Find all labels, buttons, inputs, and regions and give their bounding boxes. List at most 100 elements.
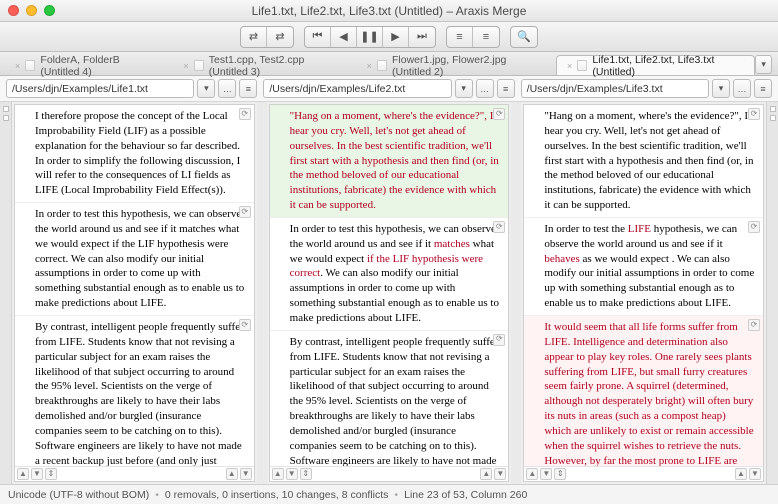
para-right-3[interactable]: It would seem that all life forms suffer… xyxy=(524,316,763,466)
prev-diff-button[interactable]: ◀ xyxy=(331,27,357,47)
doc-icon: ≡ xyxy=(246,84,251,94)
doc-icon: ≡ xyxy=(483,31,489,43)
scroll-sync-button[interactable]: ⇕ xyxy=(45,468,57,480)
scroll-controls-right: ▲ ▼ ⇕ ▲ ▼ xyxy=(524,466,763,481)
merge-link-icon[interactable]: ⟳ xyxy=(239,206,251,218)
pane-divider-1[interactable] xyxy=(257,102,267,484)
merge-link-icon[interactable]: ⟳ xyxy=(748,108,760,120)
para-text: I therefore propose the concept of the L… xyxy=(35,110,240,196)
para-left-1[interactable]: I therefore propose the concept of the L… xyxy=(15,105,254,203)
scroll-up-button[interactable]: ▲ xyxy=(526,468,538,480)
pane-center: "Hang on a moment, where's the evidence?… xyxy=(269,104,510,482)
path-input-center[interactable]: /Users/djn/Examples/Life2.txt xyxy=(263,79,451,98)
status-summary: 0 removals, 0 insertions, 10 changes, 8 … xyxy=(165,489,389,501)
prev-icon: ◀ xyxy=(339,30,347,43)
path-dropdown-right[interactable]: ▾ xyxy=(712,79,730,98)
merge-link-icon[interactable]: ⟳ xyxy=(493,334,505,346)
merge-link-icon[interactable]: ⟳ xyxy=(493,108,505,120)
close-icon[interactable]: × xyxy=(183,61,188,71)
para-center-2[interactable]: In order to test this hypothesis, we can… xyxy=(270,218,509,331)
search-button[interactable]: 🔍 xyxy=(511,27,537,47)
scroll-down-button[interactable]: ▼ xyxy=(31,468,43,480)
document-icon xyxy=(194,60,204,71)
para-text: In order to test this hypothesis, we can… xyxy=(35,208,244,309)
para-center-1[interactable]: "Hang on a moment, where's the evidence?… xyxy=(270,105,509,218)
next-diff-button[interactable]: ▶ xyxy=(383,27,409,47)
scroll-up-button[interactable]: ▲ xyxy=(226,468,238,480)
pane-left-body[interactable]: I therefore propose the concept of the L… xyxy=(15,105,254,466)
tab-flower1[interactable]: × Flower1.jpg, Flower2.jpg (Untitled 2) xyxy=(356,55,556,75)
para-text: . We can also modify our initial assumpt… xyxy=(290,267,499,324)
next-icon: ▶ xyxy=(391,30,399,43)
swap-right-button[interactable]: ⇄ xyxy=(267,27,293,47)
para-text: By contrast, intelligent people frequent… xyxy=(290,336,499,466)
scroll-sync-button[interactable]: ⇕ xyxy=(300,468,312,480)
path-browse-left[interactable]: … xyxy=(218,79,236,98)
merge-link-icon[interactable]: ⟳ xyxy=(748,319,760,331)
para-left-2[interactable]: In order to test this hypothesis, we can… xyxy=(15,203,254,316)
diff-highlight: behaves xyxy=(544,253,579,265)
close-icon[interactable]: × xyxy=(15,61,20,71)
tab-overflow-button[interactable]: ▾ xyxy=(755,55,772,74)
path-dropdown-left[interactable]: ▾ xyxy=(197,79,215,98)
path-browse-center[interactable]: … xyxy=(476,79,494,98)
pane-center-body[interactable]: "Hang on a moment, where's the evidence?… xyxy=(270,105,509,466)
para-text: It would seem that all life forms suffer… xyxy=(544,321,753,466)
layout-button-b[interactable]: ≡ xyxy=(473,27,499,47)
para-right-2[interactable]: In order to test the LIFE hypothesis, we… xyxy=(524,218,763,316)
search-icon: 🔍 xyxy=(517,30,531,43)
tab-life[interactable]: × Life1.txt, Life2.txt, Life3.txt (Untit… xyxy=(556,55,755,75)
scroll-down-button[interactable]: ▼ xyxy=(540,468,552,480)
first-icon: ⏮ xyxy=(313,30,323,43)
scroll-down-button[interactable]: ▼ xyxy=(286,468,298,480)
scroll-up-button[interactable]: ▲ xyxy=(735,468,747,480)
tab-label: Flower1.jpg, Flower2.jpg (Untitled 2) xyxy=(392,54,545,78)
path-input-right[interactable]: /Users/djn/Examples/Life3.txt xyxy=(521,79,709,98)
merge-view: I therefore propose the concept of the L… xyxy=(0,102,778,484)
scroll-up-button[interactable]: ▲ xyxy=(480,468,492,480)
pause-button[interactable]: ❚❚ xyxy=(357,27,383,47)
scroll-sync-button[interactable]: ⇕ xyxy=(554,468,566,480)
gutter-marker[interactable] xyxy=(770,115,776,121)
statusbar: Unicode (UTF-8 without BOM) • 0 removals… xyxy=(0,484,778,504)
window-title: Life1.txt, Life2.txt, Life3.txt (Untitle… xyxy=(0,4,778,18)
path-browse-right[interactable]: … xyxy=(733,79,751,98)
path-doc-right[interactable]: ≡ xyxy=(754,79,772,98)
tab-test1[interactable]: × Test1.cpp, Test2.cpp (Untitled 3) xyxy=(172,55,355,75)
scroll-up-button[interactable]: ▲ xyxy=(272,468,284,480)
path-dropdown-center[interactable]: ▾ xyxy=(455,79,473,98)
merge-link-icon[interactable]: ⟳ xyxy=(239,108,251,120)
scroll-down-button[interactable]: ▼ xyxy=(494,468,506,480)
chevron-down-icon: ▾ xyxy=(461,83,466,94)
pane-right-body[interactable]: "Hang on a moment, where's the evidence?… xyxy=(524,105,763,466)
toolbar-group-swap: ⇄ ⇄ xyxy=(240,26,294,48)
first-diff-button[interactable]: ⏮ xyxy=(305,27,331,47)
tab-foldera[interactable]: × FolderA, FolderB (Untitled 4) xyxy=(4,55,172,75)
gutter-marker[interactable] xyxy=(3,106,9,112)
path-doc-left[interactable]: ≡ xyxy=(239,79,257,98)
merge-link-icon[interactable]: ⟳ xyxy=(748,221,760,233)
para-right-1[interactable]: "Hang on a moment, where's the evidence?… xyxy=(524,105,763,218)
path-doc-center[interactable]: ≡ xyxy=(497,79,515,98)
tab-label: Life1.txt, Life2.txt, Life3.txt (Untitle… xyxy=(592,54,744,78)
scroll-down-button[interactable]: ▼ xyxy=(240,468,252,480)
scroll-down-button[interactable]: ▼ xyxy=(749,468,761,480)
scroll-up-button[interactable]: ▲ xyxy=(17,468,29,480)
merge-link-icon[interactable]: ⟳ xyxy=(239,319,251,331)
merge-link-icon[interactable]: ⟳ xyxy=(493,221,505,233)
path-input-left[interactable]: /Users/djn/Examples/Life1.txt xyxy=(6,79,194,98)
last-diff-button[interactable]: ⏭ xyxy=(409,27,435,47)
para-left-3[interactable]: By contrast, intelligent people frequent… xyxy=(15,316,254,466)
close-icon[interactable]: × xyxy=(367,61,372,71)
chevron-down-icon: ▾ xyxy=(761,59,766,70)
layout-button-a[interactable]: ≡ xyxy=(447,27,473,47)
swap-left-button[interactable]: ⇄ xyxy=(241,27,267,47)
gutter-marker[interactable] xyxy=(770,106,776,112)
pane-divider-2[interactable] xyxy=(511,102,521,484)
para-center-3[interactable]: By contrast, intelligent people frequent… xyxy=(270,331,509,466)
separator: • xyxy=(394,489,398,501)
close-icon[interactable]: × xyxy=(567,61,572,71)
pathbar: /Users/djn/Examples/Life1.txt ▾ … ≡ /Use… xyxy=(0,76,778,102)
gutter-marker[interactable] xyxy=(3,115,9,121)
path-group-center: /Users/djn/Examples/Life2.txt ▾ … ≡ xyxy=(263,79,514,98)
